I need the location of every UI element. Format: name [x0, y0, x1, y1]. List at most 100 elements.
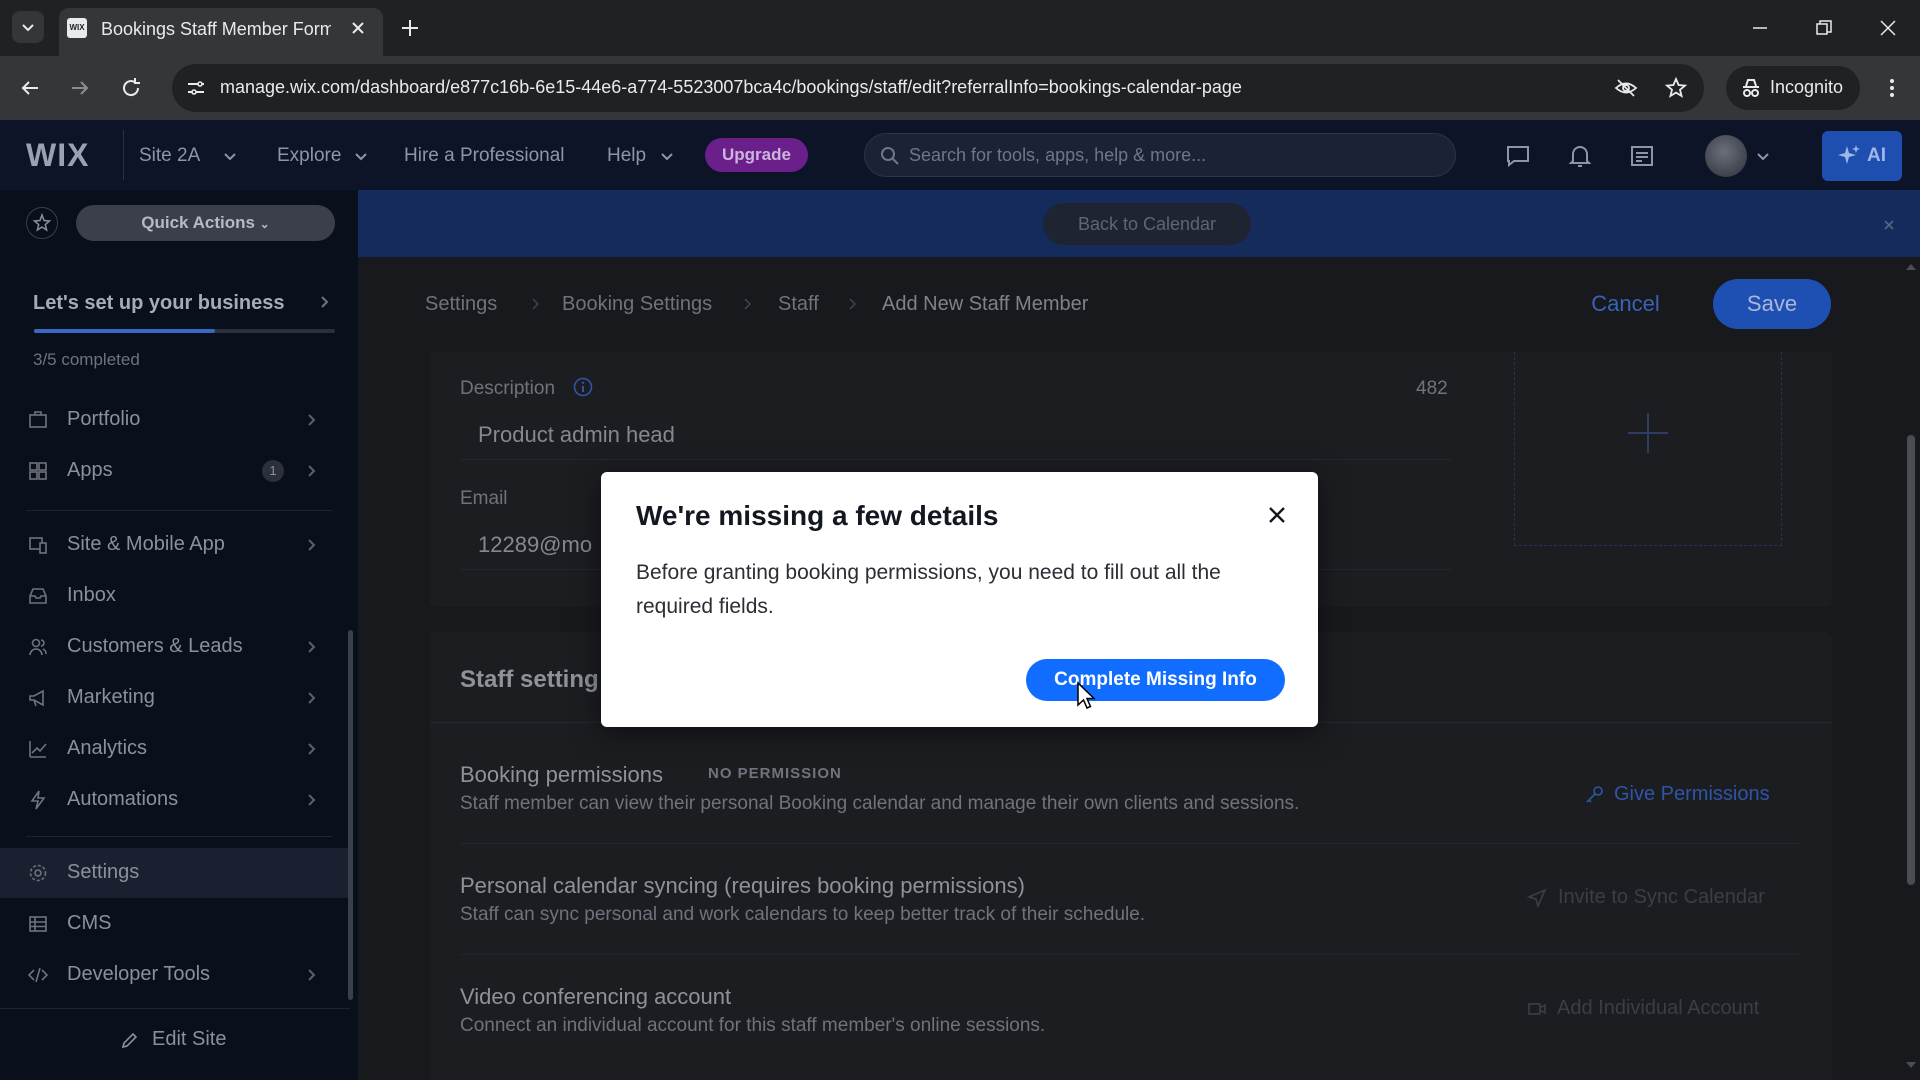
back-to-calendar-button[interactable]: Back to Calendar [1043, 203, 1251, 245]
cancel-button[interactable]: Cancel [1555, 280, 1696, 328]
site-actions-icon[interactable] [1629, 143, 1655, 169]
no-permission-badge: NO PERMISSION [708, 765, 842, 782]
missing-details-dialog: We're missing a few details Before grant… [601, 472, 1318, 727]
setup-progress-fill [34, 329, 215, 333]
avatar[interactable] [1705, 135, 1747, 177]
chevron-down-icon[interactable] [1755, 148, 1771, 164]
reload-icon[interactable] [119, 76, 143, 100]
email-label: Email [460, 488, 508, 509]
setup-title[interactable]: Let's set up your business [33, 292, 284, 315]
chevron-down-icon [222, 148, 238, 164]
chevron-right-icon [528, 297, 542, 311]
ai-assistant-button[interactable]: AI [1822, 131, 1902, 181]
description-char-count: 482 [1416, 378, 1448, 399]
complete-missing-info-button[interactable]: Complete Missing Info [1026, 659, 1285, 701]
analytics-icon [29, 741, 47, 758]
favorites-star-icon[interactable] [26, 207, 58, 239]
breadcrumb-staff[interactable]: Staff [778, 293, 819, 316]
video-conferencing-title: Video conferencing account [460, 984, 732, 1009]
scroll-up-icon[interactable] [1905, 262, 1917, 272]
invite-sync-label: Invite to Sync Calendar [1558, 886, 1765, 908]
sidebar-scrollbar[interactable] [348, 630, 353, 1000]
wix-logo[interactable]: WIX [26, 137, 89, 174]
sidebar-item-site-mobile-app[interactable]: Site & Mobile App [0, 520, 350, 570]
send-icon [1527, 888, 1547, 908]
automations-icon [30, 790, 46, 810]
chevron-right-icon [308, 539, 316, 551]
chevron-right-icon [308, 414, 316, 426]
bookmark-star-icon[interactable] [1664, 76, 1688, 100]
add-individual-account-label: Add Individual Account [1557, 997, 1760, 1019]
tab-close-icon[interactable] [348, 18, 368, 38]
sidebar-item-label: Marketing [67, 686, 155, 708]
sidebar-item-label: Portfolio [67, 408, 141, 430]
description-field[interactable]: Product admin head [460, 410, 1452, 460]
breadcrumb-settings[interactable]: Settings [425, 293, 497, 316]
incognito-indicator[interactable]: Incognito [1726, 66, 1860, 110]
save-button[interactable]: Save [1713, 279, 1831, 329]
close-banner-icon[interactable] [1882, 218, 1896, 232]
sidebar-item-settings[interactable]: Settings [0, 848, 350, 898]
close-icon[interactable] [1262, 500, 1292, 530]
sidebar-item-marketing[interactable]: Marketing [0, 673, 350, 723]
sidebar-item-cms[interactable]: CMS [0, 899, 350, 949]
hire-professional-link[interactable]: Hire a Professional [404, 145, 565, 167]
upgrade-button[interactable]: Upgrade [705, 138, 808, 172]
minimize-icon[interactable] [1748, 16, 1772, 40]
main-scrollbar-thumb[interactable] [1907, 435, 1915, 885]
eye-off-icon[interactable] [1614, 76, 1638, 100]
video-camera-icon [1528, 1003, 1546, 1015]
forward-icon[interactable] [68, 76, 92, 100]
quick-actions-button[interactable]: Quick Actions ⌄ [76, 205, 335, 241]
breadcrumb-booking-settings[interactable]: Booking Settings [562, 293, 712, 316]
sidebar-divider [0, 1008, 350, 1009]
scroll-down-icon[interactable] [1905, 1060, 1917, 1070]
dialog-title: We're missing a few details [636, 500, 999, 531]
sidebar-item-label: CMS [67, 912, 112, 934]
setup-progress-text: 3/5 completed [33, 350, 140, 369]
site-info-icon[interactable] [184, 76, 208, 100]
search-icon [879, 145, 901, 167]
description-value: Product admin head [478, 422, 675, 447]
sidebar-item-label: Site & Mobile App [67, 533, 225, 555]
quick-actions-label: Quick Actions [141, 213, 255, 232]
breadcrumb-current: Add New Staff Member [882, 293, 1089, 315]
browser-tab[interactable]: WIX Bookings Staff Member Form | W [59, 8, 383, 56]
incognito-icon [1740, 77, 1762, 99]
back-icon[interactable] [18, 76, 42, 100]
notifications-bell-icon[interactable] [1567, 143, 1593, 169]
cms-icon [29, 916, 47, 932]
new-tab-icon[interactable] [398, 16, 422, 40]
close-window-icon[interactable] [1876, 16, 1900, 40]
sidebar-item-label: Inbox [67, 584, 116, 606]
sidebar-item-automations[interactable]: Automations [0, 775, 350, 825]
search-input[interactable] [909, 134, 1439, 176]
email-value: 12289@mo [478, 532, 593, 557]
image-upload-area[interactable] [1514, 352, 1782, 546]
browser-menu-icon[interactable] [1880, 76, 1904, 100]
sidebar-item-analytics[interactable]: Analytics [0, 724, 350, 774]
dialog-message: Before granting booking permissions, you… [636, 561, 1221, 618]
address-bar[interactable]: manage.wix.com/dashboard/e877c16b-6e15-4… [172, 64, 1704, 112]
messages-icon[interactable] [1505, 143, 1531, 169]
sidebar-item-developer-tools[interactable]: Developer Tools [0, 950, 350, 1000]
explore-menu[interactable]: Explore [277, 145, 341, 167]
search-bar[interactable] [864, 133, 1456, 177]
info-icon[interactable] [572, 376, 594, 398]
topbar-divider [123, 130, 124, 180]
wix-favicon-icon: WIX [67, 18, 87, 38]
sidebar-item-portfolio[interactable]: Portfolio [0, 395, 350, 445]
restore-icon[interactable] [1812, 16, 1836, 40]
marketing-icon [29, 689, 44, 707]
sidebar-divider [26, 836, 332, 837]
site-selector[interactable]: Site 2A [139, 145, 200, 167]
sidebar-item-apps[interactable]: Apps 1 [0, 446, 350, 496]
sidebar-item-inbox[interactable]: Inbox [0, 571, 350, 621]
calendar-sync-title: Personal calendar syncing (requires book… [460, 873, 1025, 898]
developer-tools-icon [28, 967, 48, 983]
ai-label: AI [1867, 145, 1886, 166]
tab-list-button[interactable] [12, 11, 44, 43]
chevron-down-icon [659, 148, 675, 164]
help-menu[interactable]: Help [607, 145, 646, 167]
sidebar-item-customers-leads[interactable]: Customers & Leads [0, 622, 350, 672]
